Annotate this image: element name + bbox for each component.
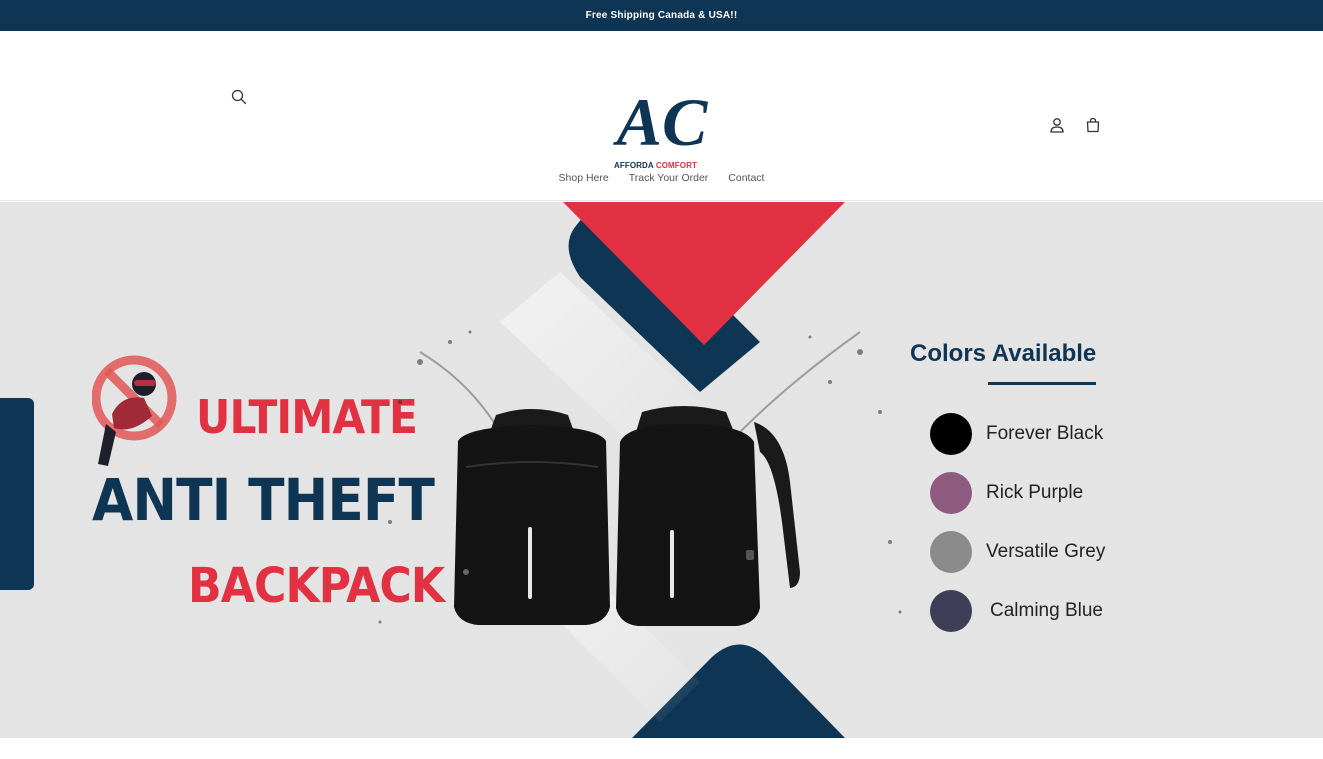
color-swatch <box>930 531 972 573</box>
backpack-image-back <box>616 406 800 626</box>
nav-track-your-order[interactable]: Track Your Order <box>629 172 709 184</box>
no-thief-icon <box>92 355 177 466</box>
color-option-versatile-grey: Versatile Grey <box>930 531 1105 573</box>
colors-available-title: Colors Available <box>910 340 1097 367</box>
svg-text:AC: AC <box>613 87 708 153</box>
site-header: AC AFFORDA COMFORT Shop Here Track Your … <box>0 31 1323 201</box>
hero-banner[interactable]: ULTIMATE ANTI THEFT BACKPACK Colors Avai… <box>0 202 1323 738</box>
logo-monogram: AC <box>613 87 708 153</box>
side-floating-tab[interactable] <box>0 398 34 590</box>
search-icon <box>231 89 247 105</box>
color-swatch <box>930 413 972 455</box>
site-logo[interactable]: AC AFFORDA COMFORT <box>612 87 712 173</box>
color-option-forever-black: Forever Black <box>930 413 1103 455</box>
color-name: Calming Blue <box>990 600 1103 621</box>
nav-shop-here[interactable]: Shop Here <box>559 172 609 184</box>
announcement-text: Free Shipping Canada & USA!! <box>585 10 738 21</box>
color-option-rick-purple: Rick Purple <box>930 472 1083 514</box>
main-nav: Shop Here Track Your Order Contact <box>0 172 1323 184</box>
cart-icon <box>1086 117 1100 133</box>
color-swatch <box>930 472 972 514</box>
announcement-bar: Free Shipping Canada & USA!! <box>0 0 1323 31</box>
logo-wordmark: AFFORDA COMFORT <box>614 161 697 170</box>
color-name: Rick Purple <box>986 482 1084 503</box>
color-name: Versatile Grey <box>986 541 1106 562</box>
cart-button[interactable] <box>1083 115 1103 135</box>
color-option-calming-blue: Calming Blue <box>930 590 1103 632</box>
colors-title-underline <box>988 382 1096 385</box>
account-button[interactable] <box>1047 115 1067 135</box>
backpack-image-front <box>454 409 610 625</box>
user-icon <box>1050 118 1064 133</box>
color-name: Forever Black <box>986 423 1104 444</box>
color-swatch <box>930 590 972 632</box>
nav-contact[interactable]: Contact <box>728 172 764 184</box>
search-button[interactable] <box>229 87 249 107</box>
